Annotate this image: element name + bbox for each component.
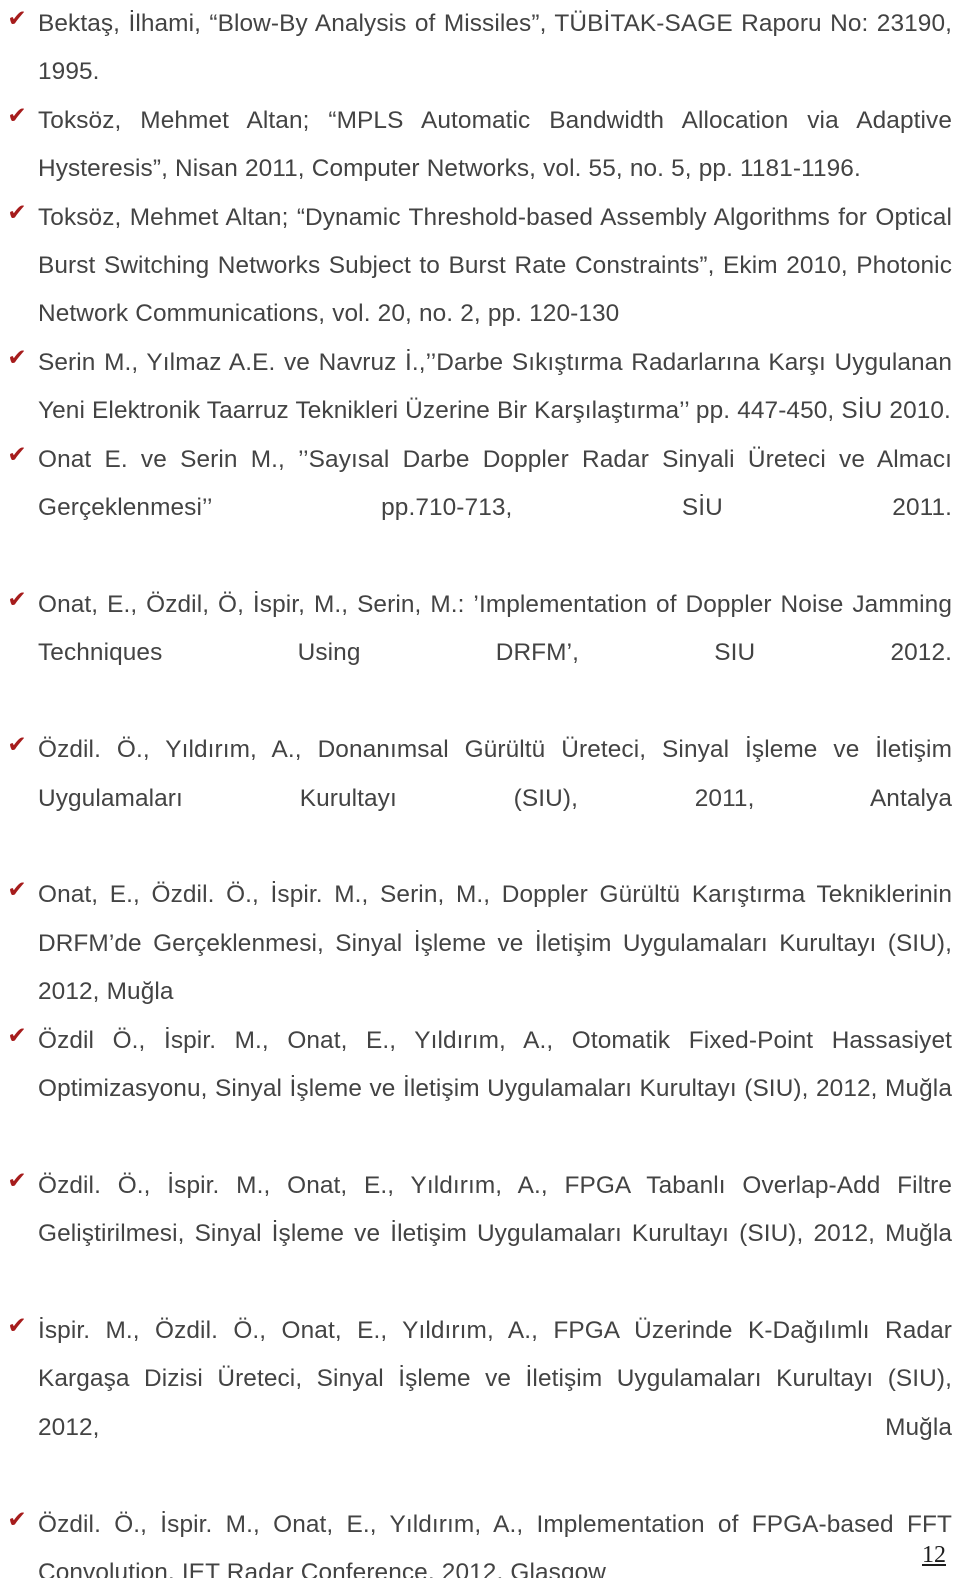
checkmark-icon: ✔ (7, 1022, 27, 1049)
list-item: ✔ Toksöz, Mehmet Altan; “Dynamic Thresho… (0, 194, 960, 339)
checkmark-icon: ✔ (7, 102, 27, 129)
checkmark-icon: ✔ (7, 441, 27, 468)
list-item: ✔ İspir. M., Özdil. Ö., Onat, E., Yıldır… (0, 1307, 960, 1501)
list-item: ✔ Bektaş, İlhami, “Blow-By Analysis of M… (0, 0, 960, 97)
reference-text: Serin M., Yılmaz A.E. ve Navruz İ.,’’Dar… (38, 348, 952, 425)
checkmark-icon: ✔ (7, 1312, 27, 1339)
list-item: ✔ Özdil. Ö., Yıldırım, A., Donanımsal Gü… (0, 726, 960, 871)
list-item: ✔ Onat, E., Özdil, Ö, İspir, M., Serin, … (0, 581, 960, 726)
list-item: ✔ Serin M., Yılmaz A.E. ve Navruz İ.,’’D… (0, 339, 960, 436)
list-item: ✔ Özdil. Ö., İspir. M., Onat, E., Yıldır… (0, 1501, 960, 1578)
document-page: ✔ Bektaş, İlhami, “Blow-By Analysis of M… (0, 0, 960, 1578)
checkmark-icon: ✔ (7, 877, 27, 904)
reference-text: Özdil. Ö., İspir. M., Onat, E., Yıldırım… (38, 1510, 952, 1578)
checkmark-icon: ✔ (7, 199, 27, 226)
reference-text: Toksöz, Mehmet Altan; “Dynamic Threshold… (38, 203, 952, 328)
reference-text: Bektaş, İlhami, “Blow-By Analysis of Mis… (38, 10, 952, 86)
checkmark-icon: ✔ (7, 586, 27, 613)
reference-text: Onat, E., Özdil. Ö., İspir. M., Serin, M… (38, 881, 952, 1006)
checkmark-icon: ✔ (7, 344, 27, 371)
checkmark-icon: ✔ (7, 732, 27, 759)
list-item: ✔ Özdil Ö., İspir. M., Onat, E., Yıldırı… (0, 1017, 960, 1162)
reference-list: ✔ Bektaş, İlhami, “Blow-By Analysis of M… (0, 0, 960, 1578)
reference-text: Özdil. Ö., İspir. M., Onat, E., Yıldırım… (38, 1171, 952, 1248)
reference-text: Toksöz, Mehmet Altan; “MPLS Automatic Ba… (38, 106, 952, 183)
reference-text: İspir. M., Özdil. Ö., Onat, E., Yıldırım… (38, 1316, 952, 1441)
reference-text: Onat E. ve Serin M., ’’Sayısal Darbe Dop… (38, 445, 952, 522)
checkmark-icon: ✔ (7, 1167, 27, 1194)
list-item: ✔ Özdil. Ö., İspir. M., Onat, E., Yıldır… (0, 1162, 960, 1307)
checkmark-icon: ✔ (7, 1506, 27, 1533)
list-item: ✔ Onat, E., Özdil. Ö., İspir. M., Serin,… (0, 871, 960, 1016)
reference-text: Özdil Ö., İspir. M., Onat, E., Yıldırım,… (38, 1026, 952, 1102)
list-item: ✔ Toksöz, Mehmet Altan; “MPLS Automatic … (0, 97, 960, 194)
list-item: ✔ Onat E. ve Serin M., ’’Sayısal Darbe D… (0, 436, 960, 581)
reference-text: Özdil. Ö., Yıldırım, A., Donanımsal Gürü… (38, 736, 952, 812)
checkmark-icon: ✔ (7, 6, 27, 32)
reference-text: Onat, E., Özdil, Ö, İspir, M., Serin, M.… (38, 590, 952, 667)
page-number: 12 (922, 1542, 946, 1568)
